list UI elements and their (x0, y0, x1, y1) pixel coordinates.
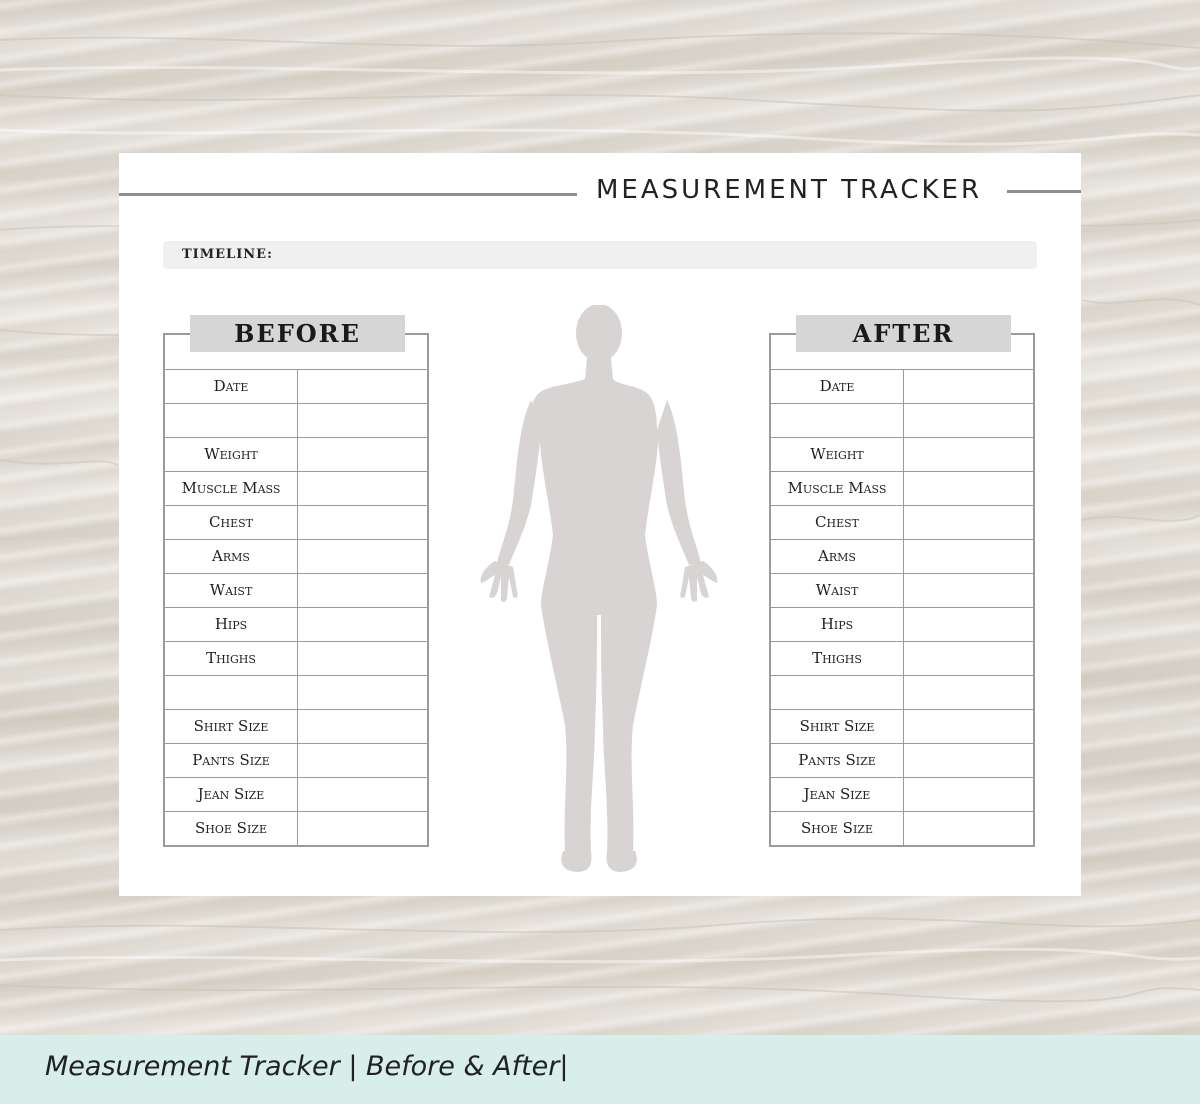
row-value-cell[interactable] (298, 574, 427, 607)
row-value-cell[interactable] (298, 778, 427, 811)
row-value-cell[interactable] (298, 540, 427, 573)
row-value-cell[interactable] (904, 506, 1033, 539)
table-row: Date (771, 369, 1033, 403)
row-label: Waist (165, 574, 298, 607)
body-silhouette (480, 305, 718, 872)
row-value-cell[interactable] (904, 642, 1033, 675)
table-row: Waist (771, 573, 1033, 607)
table-row (165, 675, 427, 709)
row-label: Chest (165, 506, 298, 539)
row-value-cell[interactable] (298, 608, 427, 641)
row-label (165, 676, 298, 709)
after-rows: Date Weight Muscle Mass Chest Arms Waist… (771, 369, 1033, 845)
table-row: Arms (771, 539, 1033, 573)
table-row: Shoe Size (771, 811, 1033, 845)
row-label: Chest (771, 506, 904, 539)
row-value-cell[interactable] (298, 506, 427, 539)
row-label: Hips (165, 608, 298, 641)
row-value-cell[interactable] (298, 642, 427, 675)
row-label: Jean Size (771, 778, 904, 811)
row-value-cell[interactable] (904, 676, 1033, 709)
before-rows: Date Weight Muscle Mass Chest Arms Waist… (165, 369, 427, 845)
after-table: AFTER Date Weight Muscle Mass Chest Arms… (769, 315, 1035, 847)
row-value-cell[interactable] (904, 710, 1033, 743)
table-row (165, 403, 427, 437)
table-row: Thighs (771, 641, 1033, 675)
row-label: Shoe Size (165, 812, 298, 845)
row-value-cell[interactable] (904, 574, 1033, 607)
row-label (771, 404, 904, 437)
row-value-cell[interactable] (904, 404, 1033, 437)
row-label: Waist (771, 574, 904, 607)
table-row: Hips (165, 607, 427, 641)
row-value-cell[interactable] (904, 438, 1033, 471)
timeline-field[interactable]: TIMELINE: (163, 241, 1037, 269)
row-label: Arms (165, 540, 298, 573)
caption-text: Measurement Tracker | Before & After| (45, 1051, 569, 1082)
row-label: Shirt Size (165, 710, 298, 743)
table-row: Thighs (165, 641, 427, 675)
row-label: Shoe Size (771, 812, 904, 845)
row-value-cell[interactable] (904, 812, 1033, 845)
row-value-cell[interactable] (904, 608, 1033, 641)
table-row: Muscle Mass (165, 471, 427, 505)
row-label: Weight (165, 438, 298, 471)
row-label: Pants Size (771, 744, 904, 777)
table-row: Weight (771, 437, 1033, 471)
table-row: Shirt Size (165, 709, 427, 743)
row-label: Muscle Mass (771, 472, 904, 505)
table-row: Shirt Size (771, 709, 1033, 743)
row-label: Date (771, 370, 904, 403)
table-row: Waist (165, 573, 427, 607)
title-rule-right (1007, 190, 1081, 193)
caption-band: Measurement Tracker | Before & After| (0, 1035, 1200, 1104)
table-row: Hips (771, 607, 1033, 641)
row-label: Thighs (771, 642, 904, 675)
row-value-cell[interactable] (904, 370, 1033, 403)
row-label: Arms (771, 540, 904, 573)
row-value-cell[interactable] (298, 404, 427, 437)
timeline-label: TIMELINE: (182, 247, 273, 262)
row-value-cell[interactable] (298, 744, 427, 777)
row-label: Pants Size (165, 744, 298, 777)
page-title: MEASUREMENT TRACKER (595, 175, 983, 205)
row-label: Shirt Size (771, 710, 904, 743)
row-value-cell[interactable] (904, 778, 1033, 811)
table-row: Date (165, 369, 427, 403)
row-value-cell[interactable] (904, 744, 1033, 777)
row-value-cell[interactable] (298, 676, 427, 709)
row-value-cell[interactable] (298, 370, 427, 403)
table-row: Shoe Size (165, 811, 427, 845)
row-label: Muscle Mass (165, 472, 298, 505)
row-value-cell[interactable] (904, 472, 1033, 505)
table-row: Chest (771, 505, 1033, 539)
table-row: Muscle Mass (771, 471, 1033, 505)
table-row: Chest (165, 505, 427, 539)
tracker-sheet: MEASUREMENT TRACKER TIMELINE: BEFORE Dat… (119, 153, 1081, 896)
row-value-cell[interactable] (298, 812, 427, 845)
row-label: Date (165, 370, 298, 403)
table-row (771, 403, 1033, 437)
row-label: Thighs (165, 642, 298, 675)
row-label: Jean Size (165, 778, 298, 811)
row-value-cell[interactable] (298, 472, 427, 505)
table-row: Jean Size (771, 777, 1033, 811)
table-row (771, 675, 1033, 709)
row-label: Hips (771, 608, 904, 641)
after-header: AFTER (796, 315, 1011, 352)
before-table: BEFORE Date Weight Muscle Mass Chest Arm… (163, 315, 429, 847)
row-label: Weight (771, 438, 904, 471)
before-header: BEFORE (190, 315, 405, 352)
table-row: Arms (165, 539, 427, 573)
table-row: Jean Size (165, 777, 427, 811)
row-value-cell[interactable] (904, 540, 1033, 573)
table-row: Weight (165, 437, 427, 471)
title-rule-left (119, 193, 577, 196)
row-value-cell[interactable] (298, 710, 427, 743)
row-value-cell[interactable] (298, 438, 427, 471)
table-row: Pants Size (771, 743, 1033, 777)
table-row: Pants Size (165, 743, 427, 777)
row-label (771, 676, 904, 709)
row-label (165, 404, 298, 437)
